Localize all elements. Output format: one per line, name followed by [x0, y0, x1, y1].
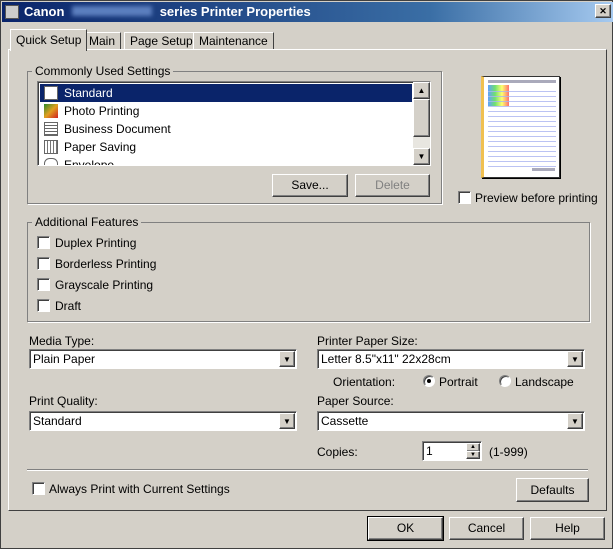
- group-label: Additional Features: [32, 215, 142, 229]
- scroll-down-button[interactable]: ▼: [413, 148, 430, 165]
- grayscale-printing-label: Grayscale Printing: [55, 278, 154, 292]
- tab-quick-setup[interactable]: Quick Setup: [10, 29, 88, 51]
- separator: [27, 469, 588, 471]
- portrait-label: Portrait: [439, 375, 478, 389]
- media-type-label: Media Type:: [29, 334, 95, 348]
- cancel-button[interactable]: Cancel: [449, 517, 524, 540]
- list-item-paper-saving[interactable]: Paper Saving: [40, 138, 412, 156]
- window-title-suffix: series Printer Properties: [159, 4, 311, 19]
- window-title-prefix: Canon: [24, 4, 65, 19]
- tab-page-setup[interactable]: Page Setup: [124, 32, 199, 50]
- list-item-label: Business Document: [64, 122, 171, 136]
- print-quality-label: Print Quality:: [29, 394, 98, 408]
- duplex-printing-label: Duplex Printing: [55, 236, 137, 250]
- paper-size-select[interactable]: Letter 8.5"x11" 22x28cm ▼: [317, 349, 585, 369]
- paper-source-label: Paper Source:: [317, 394, 394, 408]
- borderless-printing-label: Borderless Printing: [55, 257, 157, 271]
- document-icon: [44, 122, 58, 136]
- printer-properties-window: Canon series Printer Properties ✕ Quick …: [0, 0, 613, 549]
- paper-size-label: Printer Paper Size:: [317, 334, 418, 348]
- chevron-down-icon[interactable]: ▼: [279, 413, 295, 429]
- preview-before-printing-checkbox[interactable]: [458, 191, 471, 204]
- standard-icon: [44, 86, 58, 100]
- paper-saving-icon: [44, 140, 58, 154]
- grayscale-printing-checkbox[interactable]: [37, 278, 50, 291]
- scroll-thumb[interactable]: [413, 99, 430, 137]
- draft-checkbox[interactable]: [37, 299, 50, 312]
- paper-size-value: Letter 8.5"x11" 22x28cm: [321, 352, 451, 366]
- redacted-model: [72, 6, 153, 16]
- copies-label: Copies:: [317, 445, 358, 459]
- chevron-down-icon[interactable]: ▼: [567, 351, 583, 367]
- always-print-label: Always Print with Current Settings: [49, 482, 230, 496]
- settings-listbox[interactable]: Standard Photo Printing Business Documen…: [37, 81, 431, 166]
- save-button[interactable]: Save...: [272, 174, 348, 197]
- list-item-label: Envelope: [64, 158, 115, 166]
- media-type-value: Plain Paper: [33, 352, 96, 366]
- chevron-down-icon[interactable]: ▼: [567, 413, 583, 429]
- photo-icon: [44, 104, 58, 118]
- paper-source-value: Cassette: [321, 414, 369, 428]
- list-item-business-document[interactable]: Business Document: [40, 120, 412, 138]
- title-bar: Canon series Printer Properties ✕: [2, 2, 613, 22]
- media-type-select[interactable]: Plain Paper ▼: [29, 349, 297, 369]
- tab-main[interactable]: Main: [83, 32, 122, 50]
- copies-value: 1: [426, 444, 433, 458]
- help-button[interactable]: Help: [530, 517, 605, 540]
- borderless-printing-checkbox[interactable]: [37, 257, 50, 270]
- ok-button[interactable]: OK: [367, 516, 444, 541]
- landscape-radio[interactable]: [499, 375, 511, 387]
- additional-features-group: Additional Features Duplex Printing Bord…: [27, 215, 590, 322]
- close-button[interactable]: ✕: [595, 4, 611, 18]
- delete-button[interactable]: Delete: [355, 174, 430, 197]
- commonly-used-settings-group: Commonly Used Settings Standard Photo Pr…: [27, 64, 442, 204]
- print-quality-value: Standard: [33, 414, 82, 428]
- duplex-printing-checkbox[interactable]: [37, 236, 50, 249]
- defaults-button[interactable]: Defaults: [516, 478, 589, 502]
- list-item-label: Photo Printing: [64, 104, 140, 118]
- spin-down-button[interactable]: ▼: [466, 451, 480, 459]
- draft-label: Draft: [55, 299, 82, 313]
- listbox-scrollbar[interactable]: ▲ ▼: [413, 82, 430, 165]
- envelope-icon: [44, 158, 58, 165]
- preview-before-printing-label: Preview before printing: [475, 191, 598, 205]
- copies-spinner[interactable]: 1 ▲ ▼: [422, 441, 482, 461]
- printer-icon: [5, 5, 19, 19]
- always-print-checkbox[interactable]: [32, 482, 45, 495]
- list-item-label: Paper Saving: [64, 140, 137, 154]
- list-item-standard[interactable]: Standard: [40, 84, 412, 102]
- list-item-photo-printing[interactable]: Photo Printing: [40, 102, 412, 120]
- scroll-up-button[interactable]: ▲: [413, 82, 430, 99]
- orientation-label: Orientation:: [333, 375, 396, 389]
- print-preview-image: [481, 76, 560, 178]
- portrait-radio[interactable]: [423, 375, 435, 387]
- chevron-down-icon[interactable]: ▼: [279, 351, 295, 367]
- copies-range: (1-999): [489, 445, 528, 459]
- landscape-label: Landscape: [515, 375, 574, 389]
- paper-source-select[interactable]: Cassette ▼: [317, 411, 585, 431]
- list-item-envelope[interactable]: Envelope: [40, 156, 412, 166]
- tab-maintenance[interactable]: Maintenance: [193, 32, 274, 50]
- group-label: Commonly Used Settings: [32, 64, 174, 78]
- print-quality-select[interactable]: Standard ▼: [29, 411, 297, 431]
- list-item-label: Standard: [64, 86, 113, 100]
